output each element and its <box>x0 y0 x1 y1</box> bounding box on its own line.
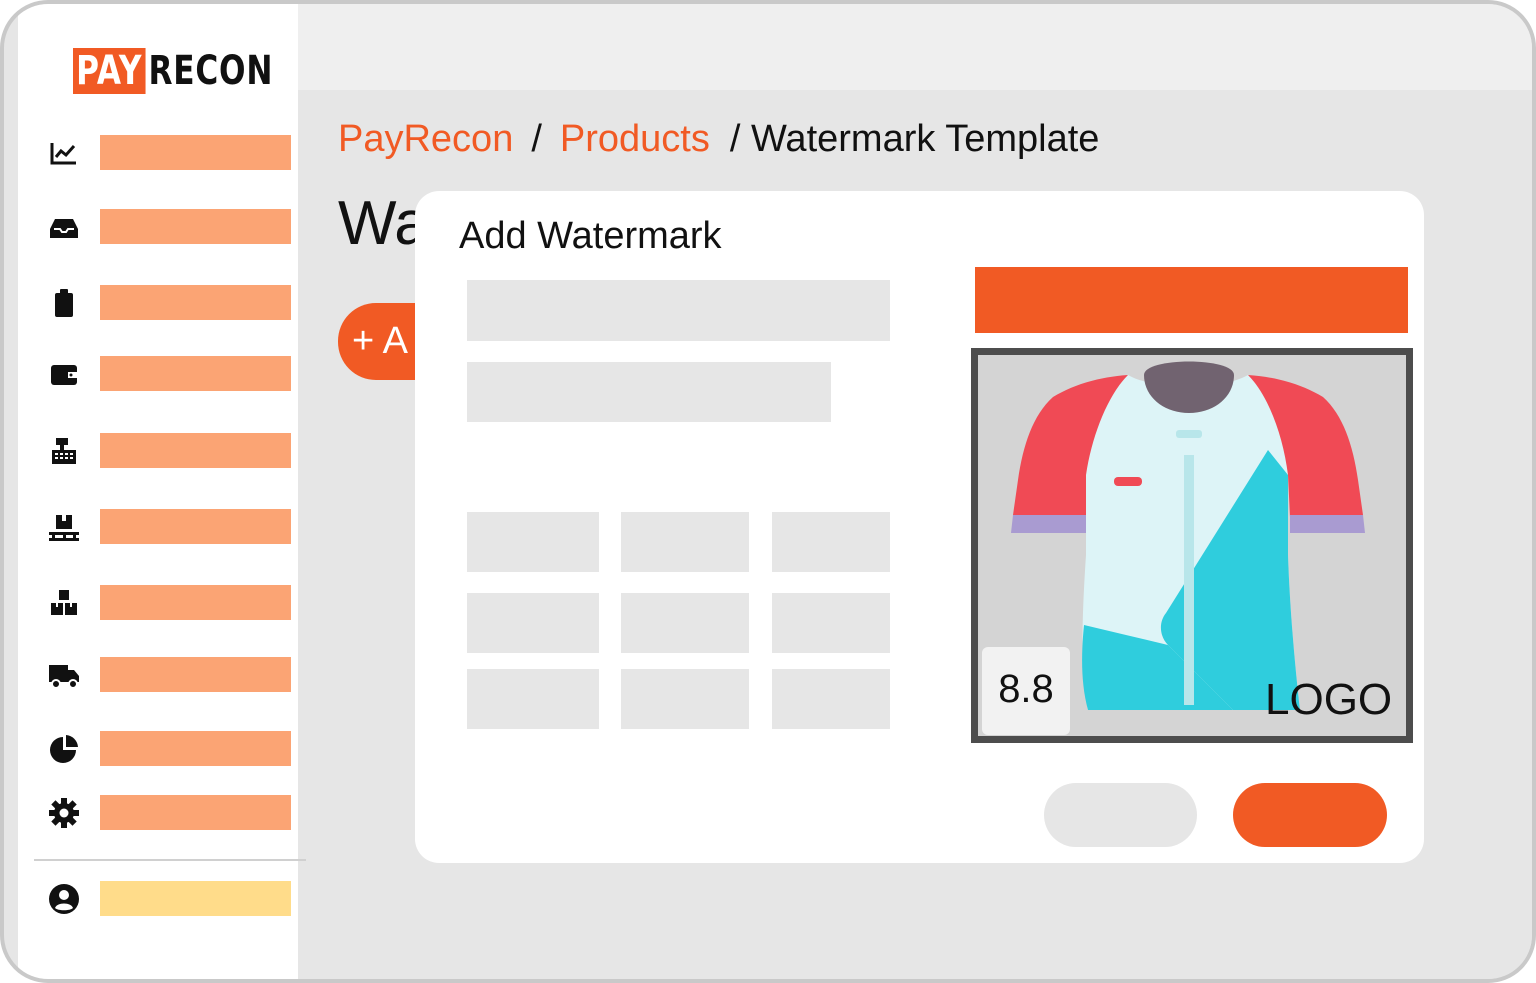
sidebar-item-reports[interactable] <box>48 731 308 767</box>
sidebar: PAY RECON <box>18 4 306 979</box>
boxes-stacked-icon <box>51 590 77 615</box>
breadcrumb-products-link[interactable]: Products <box>560 118 710 160</box>
breadcrumb-current: / Watermark Template <box>729 118 1100 160</box>
sidebar-item-label <box>100 509 291 544</box>
gear-icon <box>49 798 79 828</box>
app-logo[interactable]: PAY RECON <box>73 48 273 94</box>
wallet-icon <box>51 365 77 385</box>
sidebar-divider <box>34 859 306 861</box>
breadcrumb-separator: / <box>531 118 542 160</box>
inbox-icon <box>50 219 78 238</box>
sidebar-item-orders[interactable] <box>48 285 308 321</box>
pallet-box-icon <box>49 515 79 541</box>
sidebar-item-warehouse[interactable] <box>48 585 308 621</box>
sidebar-item-label <box>100 433 291 468</box>
sidebar-user-label <box>100 881 291 916</box>
position-option[interactable] <box>467 512 599 572</box>
watermark-badge: 8.8 <box>982 647 1070 735</box>
position-option[interactable] <box>467 669 599 729</box>
truck-icon <box>49 665 79 689</box>
position-option[interactable] <box>772 669 890 729</box>
user-circle-icon <box>49 884 79 914</box>
breadcrumb-root-link[interactable]: PayRecon <box>338 118 513 160</box>
sidebar-item-dashboard[interactable] <box>48 135 308 171</box>
sidebar-item-label <box>100 585 291 620</box>
sidebar-item-label <box>100 285 291 320</box>
sidebar-item-label <box>100 209 291 244</box>
sidebar-item-user[interactable] <box>48 881 308 917</box>
sidebar-item-label <box>100 795 291 830</box>
sidebar-item-label <box>100 731 291 766</box>
cancel-button[interactable] <box>1044 783 1197 847</box>
pie-chart-icon <box>50 735 78 763</box>
position-option[interactable] <box>772 593 890 653</box>
position-option[interactable] <box>467 593 599 653</box>
sidebar-item-inventory[interactable] <box>48 509 308 545</box>
save-button[interactable] <box>1233 783 1387 847</box>
position-option[interactable] <box>621 593 749 653</box>
cash-register-icon <box>52 438 76 464</box>
sidebar-item-label <box>100 356 291 391</box>
watermark-logo-text: LOGO <box>1265 675 1393 724</box>
top-bar <box>298 4 1532 90</box>
sidebar-item-settings[interactable] <box>48 795 308 831</box>
sidebar-item-pos[interactable] <box>48 433 308 469</box>
upload-image-button[interactable] <box>975 267 1408 333</box>
sidebar-item-label <box>100 135 291 170</box>
chart-line-icon <box>50 143 76 165</box>
modal-title: Add Watermark <box>459 215 722 257</box>
breadcrumb: PayRecon / Products / Watermark Template <box>338 118 1099 161</box>
sidebar-item-label <box>100 657 291 692</box>
watermark-preview: 8.8 LOGO <box>971 348 1413 743</box>
position-option[interactable] <box>621 512 749 572</box>
add-watermark-modal: Add Watermark 8.8 LOGO <box>415 191 1424 863</box>
sidebar-item-wallet[interactable] <box>48 356 308 392</box>
position-option[interactable] <box>621 669 749 729</box>
sidebar-item-shipping[interactable] <box>48 657 308 693</box>
clipboard-icon <box>55 289 73 317</box>
watermark-name-field[interactable] <box>467 280 890 341</box>
sidebar-item-inbox[interactable] <box>48 209 308 245</box>
app-window: PAY RECON PayRecon / Products / Watermar… <box>0 0 1536 983</box>
position-option[interactable] <box>772 512 890 572</box>
watermark-type-field[interactable] <box>467 362 831 422</box>
